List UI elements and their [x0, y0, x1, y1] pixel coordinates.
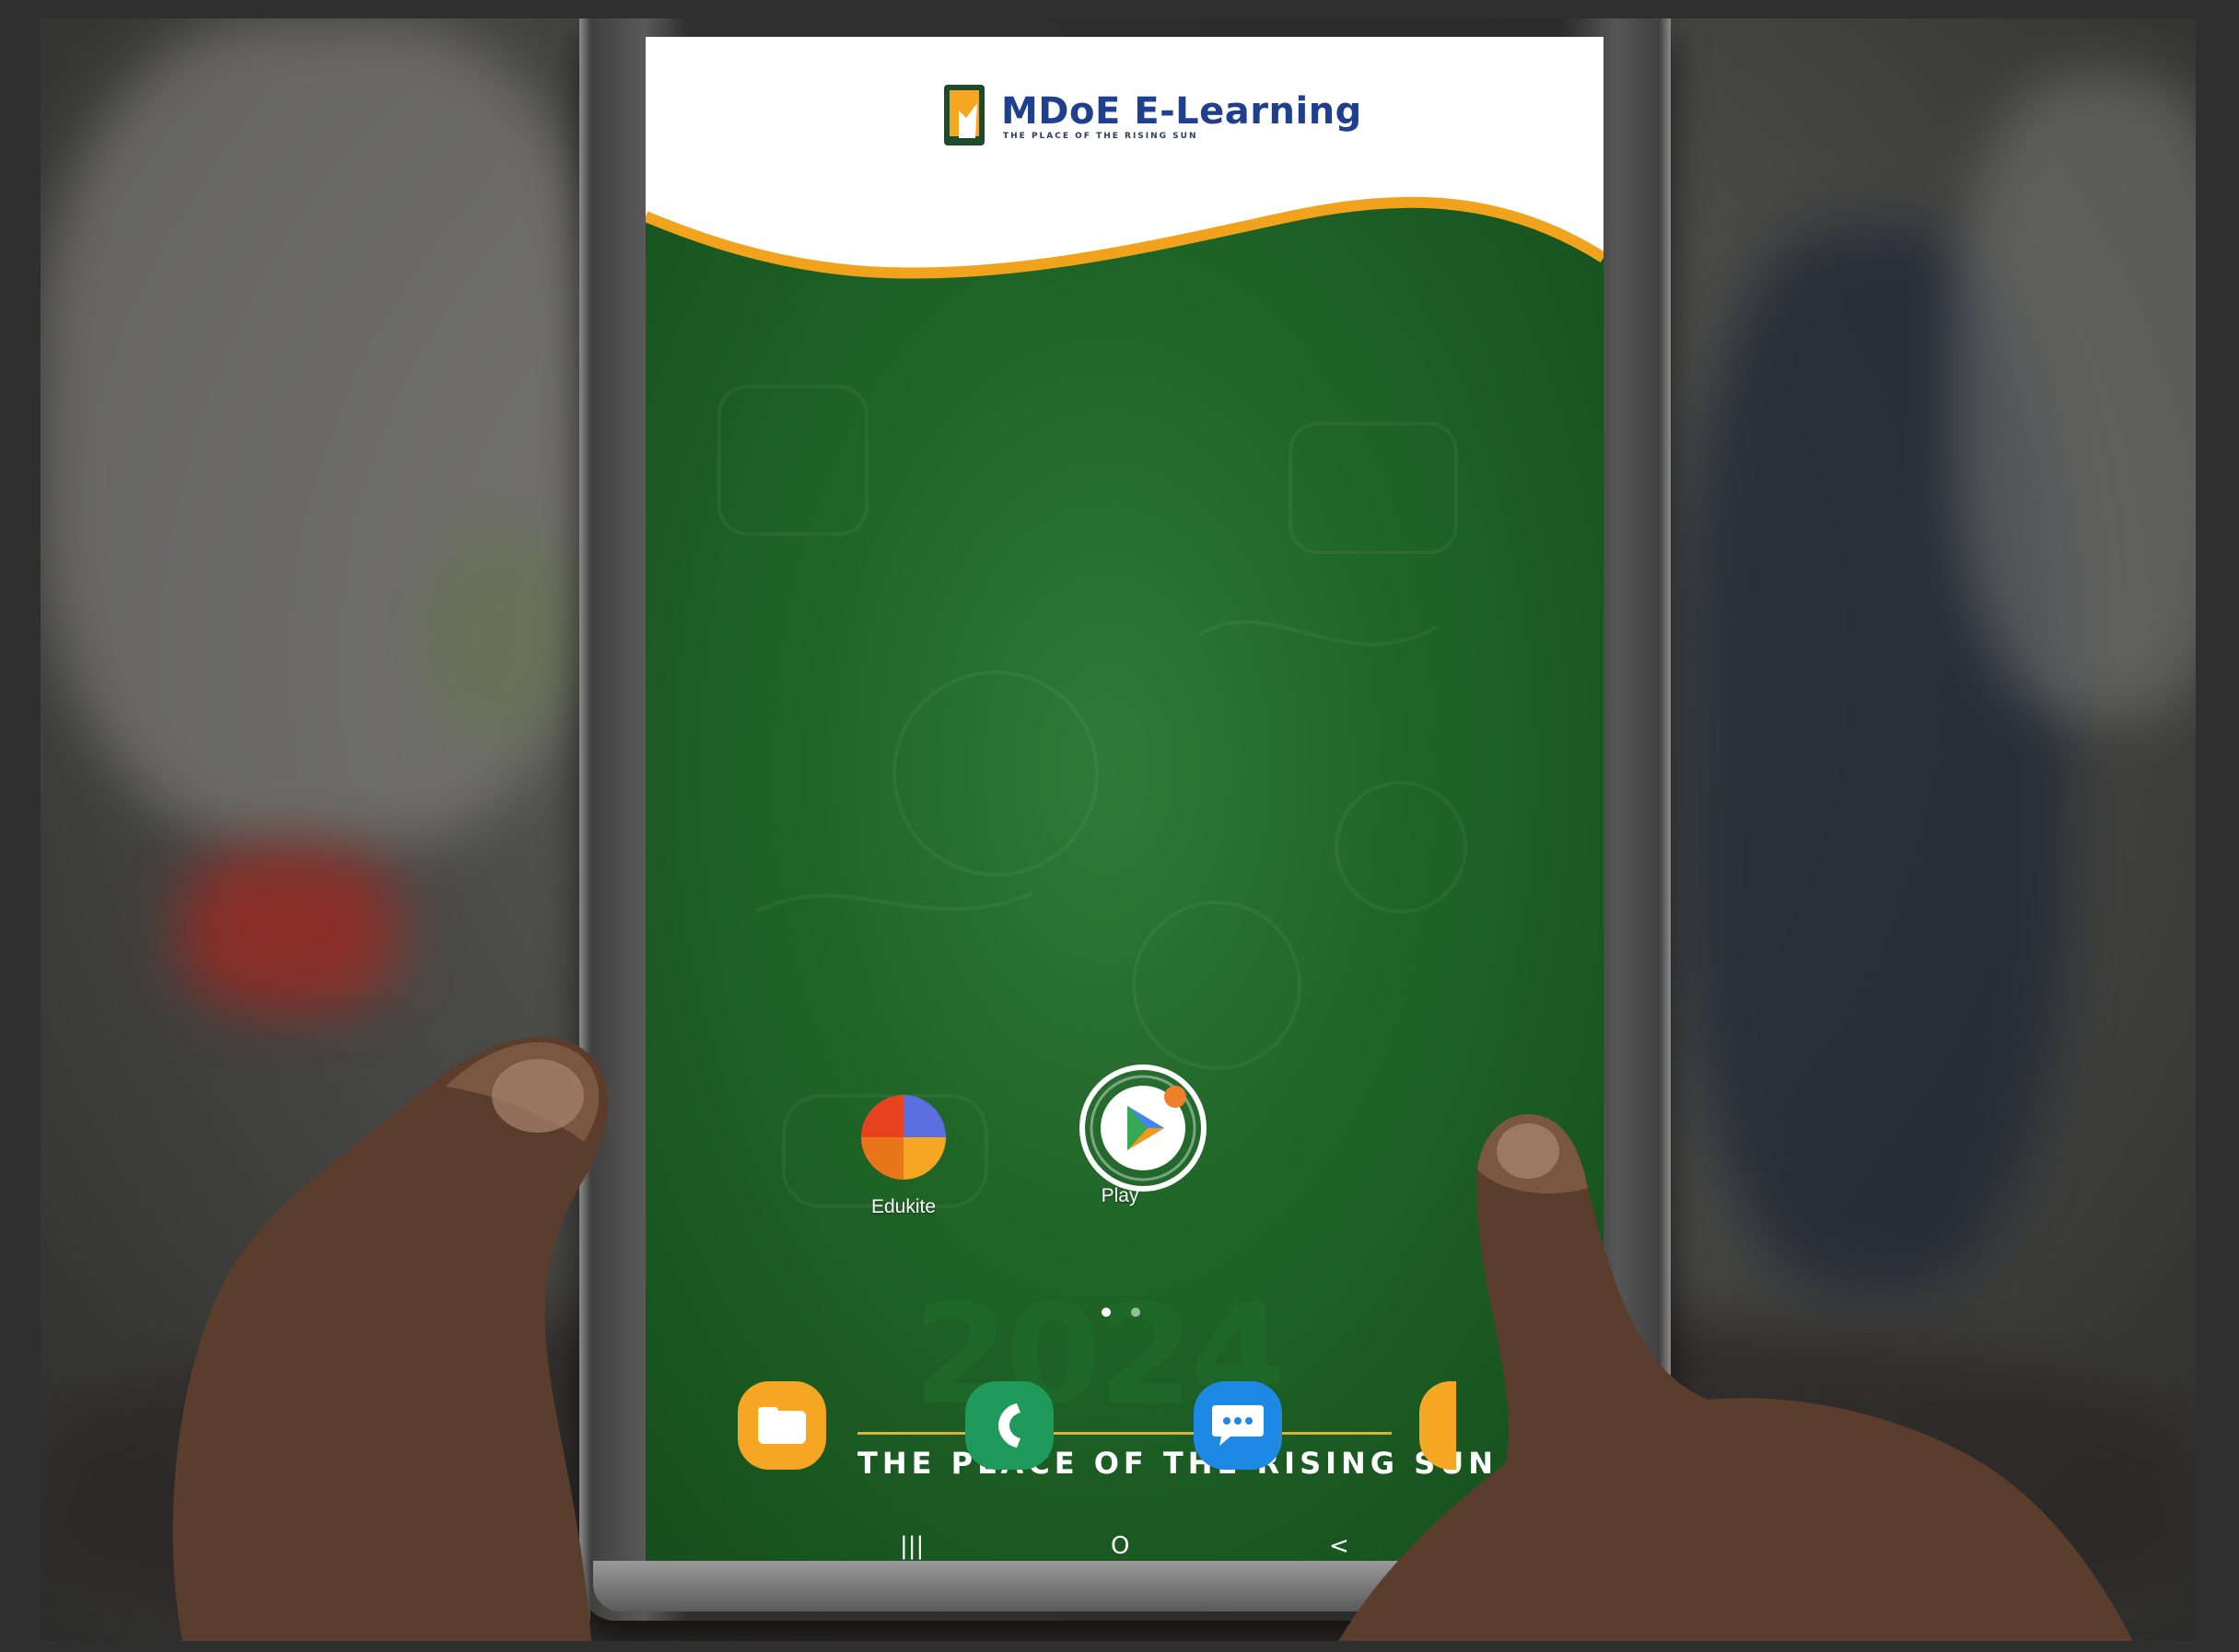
page-indicator	[1102, 1308, 1140, 1317]
dock-messages-app[interactable]	[1194, 1381, 1282, 1470]
background-red-object	[179, 847, 400, 1013]
dock-phone-app[interactable]	[965, 1381, 1054, 1470]
left-hand	[172, 1036, 609, 1641]
page-dot-active	[1102, 1308, 1111, 1317]
photo-background: MDoE E-Learning THE PLACE OF THE RISING …	[41, 18, 2196, 1641]
slogan-divider	[857, 1432, 1392, 1435]
background-window	[1956, 74, 2196, 718]
phone-icon	[998, 1403, 1020, 1448]
wallpaper-slogan: THE PLACE OF THE RISING SUN	[857, 1446, 1498, 1481]
messages-icon	[1212, 1405, 1264, 1446]
play-store-icon	[1079, 1064, 1207, 1192]
play-store-label: Play	[1101, 1185, 1139, 1206]
home-button[interactable]: O	[1111, 1532, 1129, 1560]
photo-frame: MDoE E-Learning THE PLACE OF THE RISING …	[0, 0, 2239, 1652]
app-edukite[interactable]: Edukite	[844, 1091, 963, 1218]
recent-apps-button[interactable]: |||	[900, 1532, 924, 1560]
dock-files-app[interactable]	[738, 1381, 826, 1470]
right-hand-pointing	[1338, 1114, 2133, 1641]
edukite-label: Edukite	[870, 1196, 937, 1217]
background-plant	[427, 534, 575, 737]
edukite-icon	[861, 1095, 946, 1180]
folder-icon	[758, 1407, 806, 1444]
app-play-store[interactable]: Play	[1032, 1064, 1254, 1207]
page-dot	[1131, 1308, 1140, 1317]
